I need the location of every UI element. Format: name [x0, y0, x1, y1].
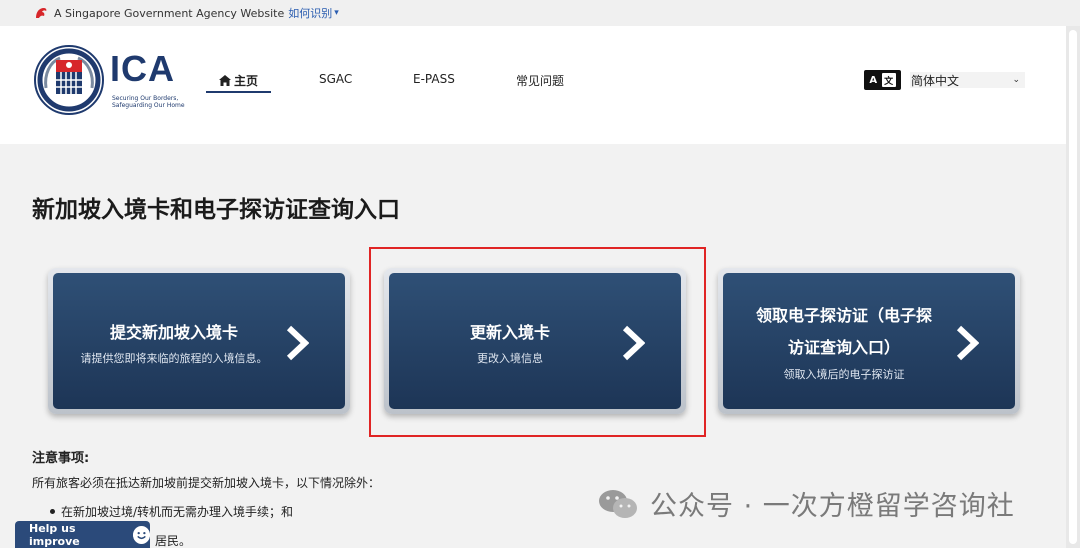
- card-title-line-1: 领取电子探访证（电子探: [755, 306, 932, 325]
- logo-tagline-1: Securing Our Borders,: [112, 95, 179, 102]
- watermark-text: 公众号 · 一次方橙留学咨询社: [650, 491, 1015, 522]
- gov-masthead: A Singapore Government Agency Website 如何…: [0, 0, 1080, 26]
- card-subtitle: 请提供您即将来临的旅程的入境信息。: [80, 352, 268, 365]
- nav-home-label: 主页: [234, 74, 259, 88]
- home-icon: [219, 75, 231, 86]
- watermark: 公众号 · 一次方橙留学咨询社: [598, 484, 1015, 523]
- notes-text: 所有旅客必须在抵达新加坡前提交新加坡入境卡，以下情况除外：: [32, 476, 381, 490]
- language-switcher: A文 简体中文 ⌄: [864, 70, 1025, 90]
- card-title: 提交新加坡入境卡: [109, 323, 238, 342]
- notes-bullet-text: 居民。: [155, 534, 192, 548]
- notes-title: 注意事项:: [32, 451, 90, 466]
- ica-emblem-icon: [34, 45, 104, 115]
- language-selected: 简体中文: [911, 73, 960, 88]
- bullet-dot: [50, 509, 55, 514]
- chevron-right-icon: [286, 325, 309, 361]
- submit-arrival-card-button[interactable]: 提交新加坡入境卡 请提供您即将来临的旅程的入境信息。: [48, 268, 350, 414]
- identify-link[interactable]: 如何识别: [288, 5, 332, 21]
- wechat-icon: [599, 489, 637, 518]
- highlight-box: [369, 247, 706, 437]
- gov-masthead-text: A Singapore Government Agency Website: [54, 6, 285, 20]
- notes-bullet-text: 在新加坡过境/转机而无需办理入境手续；和: [61, 505, 294, 519]
- card-body: 领取电子探访证（电子探 访证查询入口） 领取入境后的电子探访证: [723, 273, 1015, 409]
- card-subtitle: 领取入境后的电子探访证: [783, 368, 905, 381]
- logo-wordmark: ICA: [110, 48, 175, 89]
- singapore-lion-icon: [36, 8, 47, 18]
- nav-faq[interactable]: 常见问题: [516, 72, 564, 89]
- card-body: 提交新加坡入境卡 请提供您即将来临的旅程的入境信息。: [53, 273, 345, 409]
- retrieve-evisit-pass-button[interactable]: 领取电子探访证（电子探 访证查询入口） 领取入境后的电子探访证: [718, 268, 1020, 414]
- smiley-icon: [132, 525, 150, 544]
- nav-epass[interactable]: E-PASS: [413, 72, 455, 86]
- language-icon: A文: [864, 70, 901, 90]
- ica-logo[interactable]: ICA Securing Our Borders, Safeguarding O…: [34, 44, 194, 124]
- nav-sgac[interactable]: SGAC: [319, 72, 352, 86]
- chevron-down-icon[interactable]: ▾: [334, 8, 339, 18]
- language-select[interactable]: 简体中文 ⌄: [910, 72, 1025, 88]
- page-title: 新加坡入境卡和电子探访证查询入口: [32, 197, 400, 223]
- page-scrollbar[interactable]: [1066, 26, 1080, 548]
- chevron-right-icon: [956, 325, 979, 361]
- help-label: Help us improve: [29, 521, 80, 548]
- help-us-improve-button[interactable]: Help us improve: [15, 521, 150, 548]
- notes-bullet: 居民。: [155, 532, 380, 548]
- scrollbar-thumb[interactable]: [1069, 30, 1077, 544]
- chevron-down-icon: ⌄: [1012, 75, 1020, 85]
- logo-tagline-2: Safeguarding Our Home: [112, 102, 185, 109]
- notes-bullet: 在新加坡过境/转机而无需办理入境手续；和: [50, 503, 380, 520]
- card-title-line-2: 访证查询入口）: [787, 338, 900, 357]
- nav-home[interactable]: 主页: [219, 72, 258, 89]
- nav-active-underline: [206, 91, 271, 93]
- site-header: ICA Securing Our Borders, Safeguarding O…: [0, 26, 1066, 144]
